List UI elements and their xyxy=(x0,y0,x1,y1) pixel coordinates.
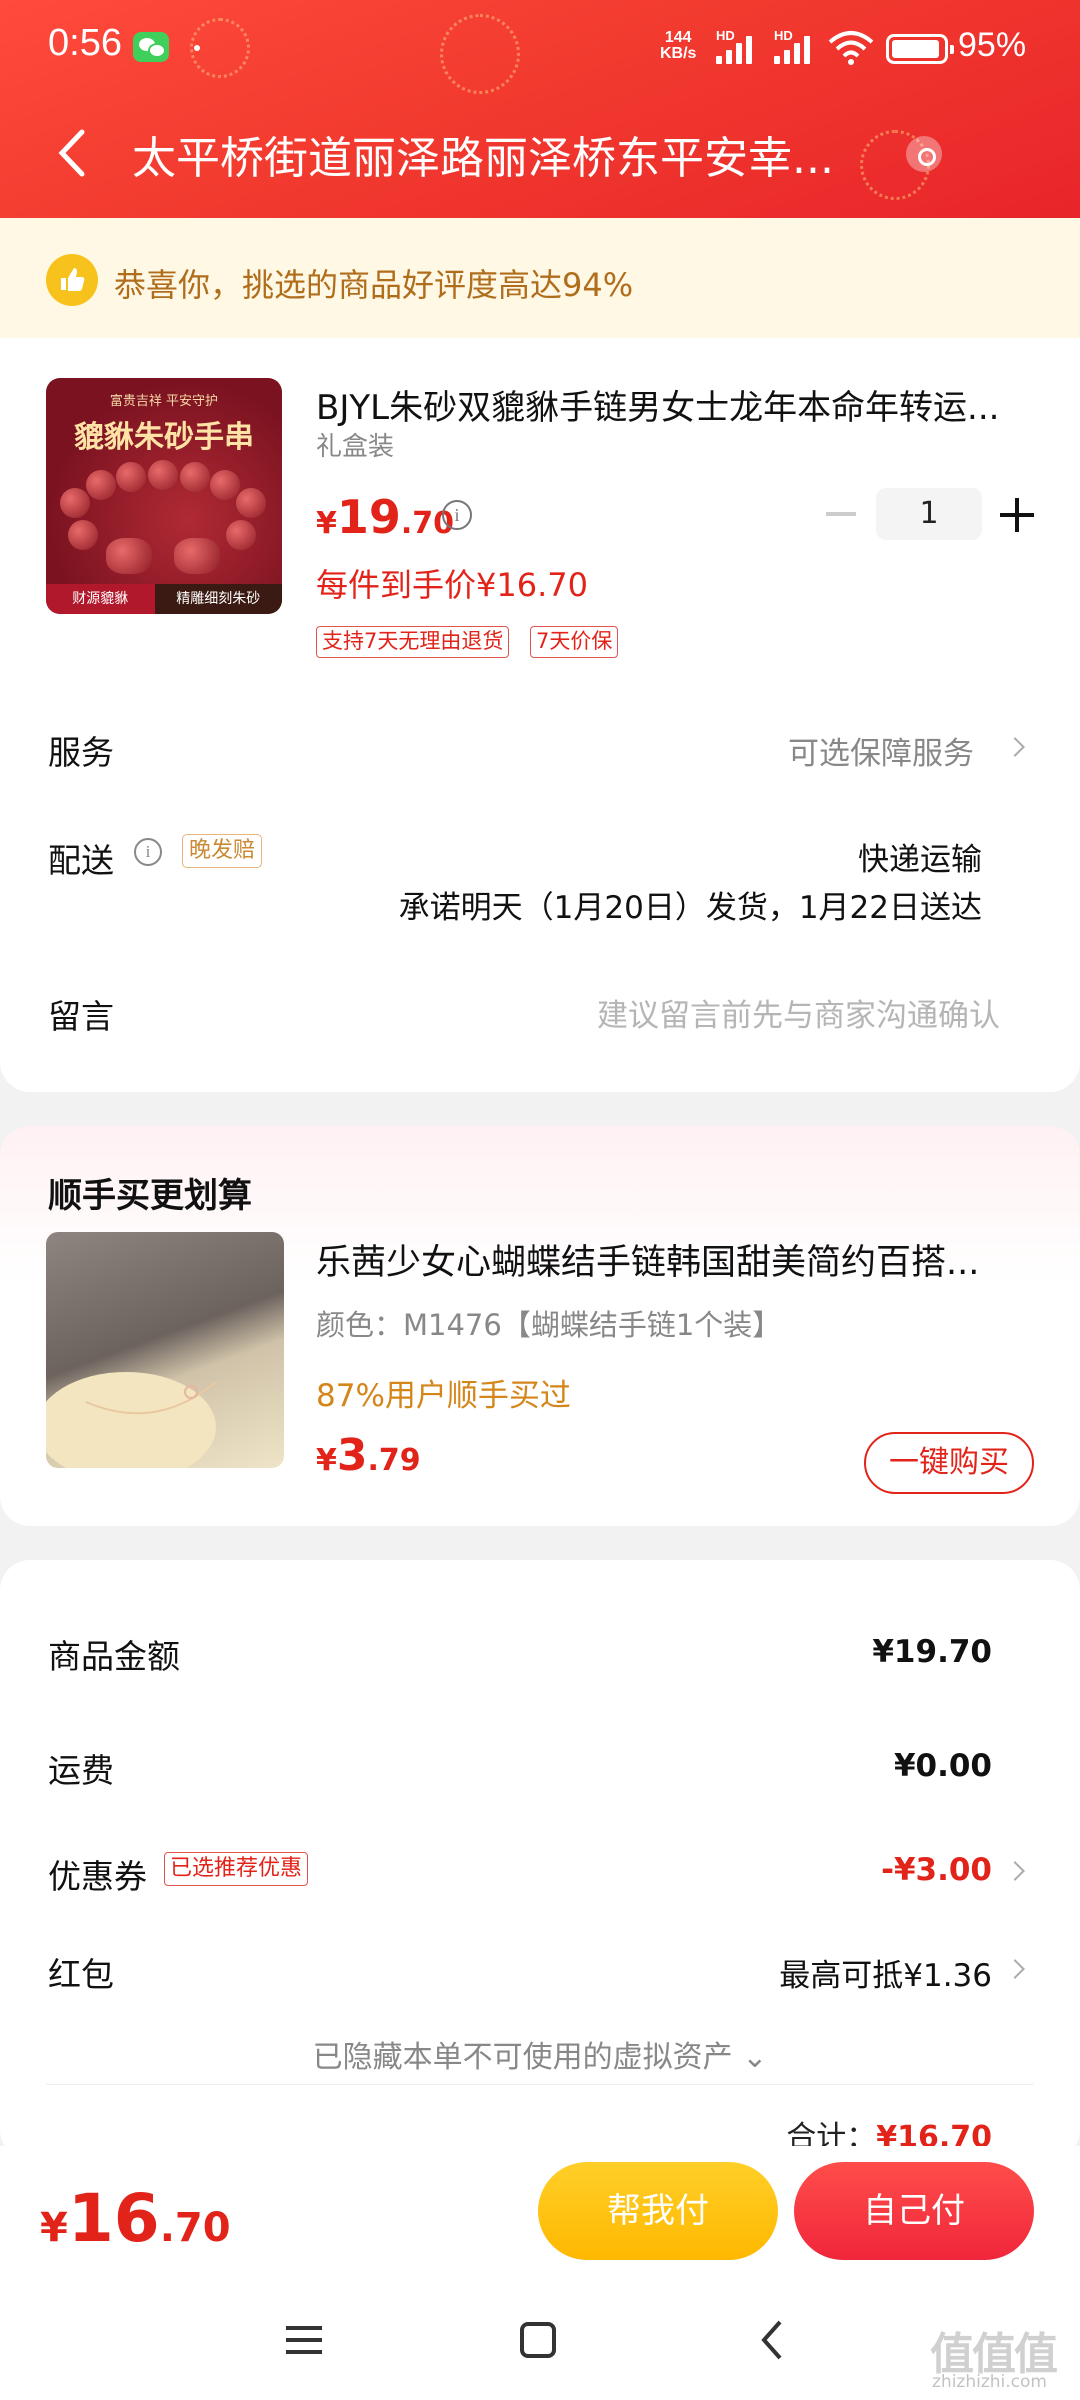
delivery-promise: 承诺明天（1月20日）发货，1月22日送达 xyxy=(398,890,982,926)
product-name[interactable]: BJYL朱砂双貔貅手链男女士龙年本命年转运... xyxy=(316,380,1016,429)
back-arrow-icon[interactable] xyxy=(44,118,104,188)
hidden-assets-toggle[interactable]: 已隐藏本单不可使用的虚拟资产 ⌄ xyxy=(0,2032,1080,2076)
praise-banner: 恭喜你，挑选的商品好评度高达94% xyxy=(0,218,1080,338)
help-me-pay-button[interactable]: 帮我付 xyxy=(538,2162,778,2260)
shipping-label: 运费 xyxy=(48,1751,114,1790)
wifi-icon xyxy=(828,31,874,65)
thumbs-up-icon xyxy=(46,254,98,306)
price-protection-tag: 7天价保 xyxy=(530,626,619,658)
pay-myself-button[interactable]: 自己付 xyxy=(794,2162,1034,2260)
header: 0:56 144 KB/s HD HD 95% 太平桥街道丽泽路丽泽桥东平安幸..… xyxy=(0,0,1080,218)
coupon-value[interactable]: -¥3.00 xyxy=(881,1852,992,1888)
product-price: ¥19.70 xyxy=(316,490,455,544)
message-input[interactable]: 建议留言前先与商家沟通确认 xyxy=(597,990,1000,1035)
quantity-decrease-button[interactable] xyxy=(826,512,856,516)
clock: 0:56 xyxy=(48,22,122,64)
signal-icon xyxy=(774,30,818,64)
delivery-info-icon[interactable]: i xyxy=(134,838,162,866)
quantity-increase-button[interactable] xyxy=(1000,498,1034,532)
service-option[interactable]: 可选保障服务 xyxy=(788,728,974,773)
red-packet-value[interactable]: 最高可抵¥1.36 xyxy=(779,1950,992,1995)
addon-product-image[interactable] xyxy=(46,1232,284,1468)
addon-product-name[interactable]: 乐茜少女心蝴蝶结手链韩国甜美简约百搭... xyxy=(316,1234,1026,1285)
quantity-field[interactable]: 1 xyxy=(876,488,982,540)
menu-icon[interactable] xyxy=(274,2310,334,2370)
battery-percent: 95% xyxy=(958,26,1027,64)
unit-final-price: 每件到手价¥16.70 xyxy=(316,566,588,604)
delivery-address[interactable]: 太平桥街道丽泽路丽泽桥东平安幸... xyxy=(132,122,892,186)
status-bar: 0:56 144 KB/s HD HD 95% xyxy=(0,0,1080,100)
goods-amount-value: ¥19.70 xyxy=(872,1634,992,1670)
coupon-label: 优惠券 xyxy=(48,1857,147,1896)
addon-product-spec: 颜色：M1476【蝴蝶结手链1个装】 xyxy=(316,1308,782,1342)
signal-icon xyxy=(716,30,760,64)
product-image[interactable]: 富贵吉祥 平安守护 貔貅朱砂手串 财源貔貅 精雕细刻朱砂 xyxy=(46,378,282,614)
chevron-down-icon: ⌄ xyxy=(742,2040,768,2075)
watermark-url: zhizhizhi.com xyxy=(932,2372,1047,2392)
addon-popularity: 87%用户顺手买过 xyxy=(316,1378,571,1414)
goods-amount-label: 商品金额 xyxy=(48,1637,180,1676)
return-policy-tag: 支持7天无理由退货 xyxy=(316,626,510,658)
battery-icon xyxy=(886,34,954,64)
service-label: 服务 xyxy=(48,733,114,772)
one-click-buy-button[interactable]: 一键购买 xyxy=(864,1432,1034,1494)
late-compensation-tag: 晚发赔 xyxy=(182,834,263,868)
message-label: 留言 xyxy=(48,997,114,1036)
addon-price: ¥3.79 xyxy=(316,1430,421,1481)
back-icon[interactable] xyxy=(744,2310,804,2370)
product-spec[interactable]: 礼盒装 xyxy=(316,426,394,463)
delivery-method: 快递运输 xyxy=(858,842,982,878)
shipping-value: ¥0.00 xyxy=(893,1748,992,1784)
divider xyxy=(46,2084,1034,2085)
price-info-icon[interactable]: i xyxy=(442,500,472,530)
location-pin-icon[interactable] xyxy=(906,136,942,172)
home-icon[interactable] xyxy=(508,2310,568,2370)
coupon-tag: 已选推荐优惠 xyxy=(164,1852,309,1886)
network-speed: 144 KB/s xyxy=(660,29,697,62)
total-price: ¥16.70 xyxy=(40,2180,231,2257)
praise-text: 恭喜你，挑选的商品好评度高达94% xyxy=(114,266,634,304)
wechat-icon xyxy=(133,32,169,62)
red-packet-label: 红包 xyxy=(48,1955,114,1994)
addon-title: 顺手买更划算 xyxy=(48,1176,252,1216)
delivery-label: 配送 xyxy=(48,841,114,880)
notification-dot xyxy=(194,45,200,51)
